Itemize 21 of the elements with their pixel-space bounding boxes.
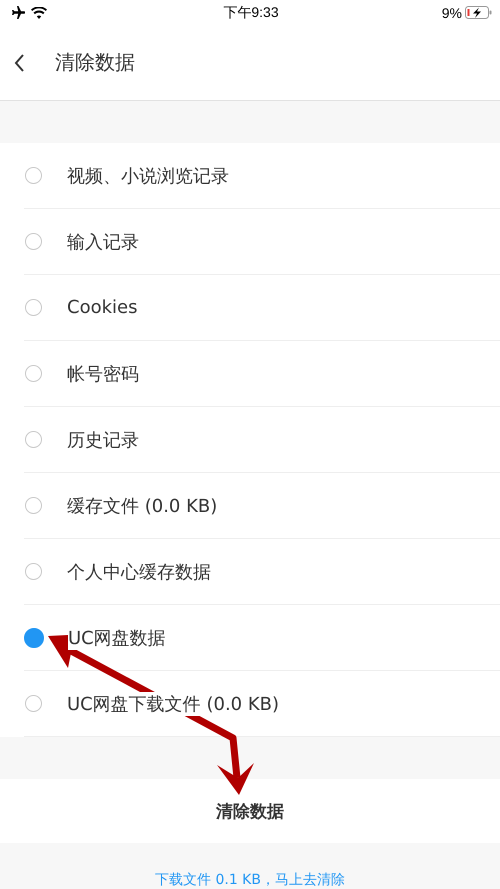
radio-button[interactable]	[25, 431, 42, 448]
option-label: 帐号密码	[67, 362, 139, 386]
radio-button[interactable]	[25, 563, 42, 580]
page-title: 清除数据	[55, 49, 135, 76]
option-label: 个人中心缓存数据	[67, 560, 211, 584]
radio-button[interactable]	[25, 299, 42, 316]
battery-percent: 9%	[442, 4, 462, 20]
clear-data-button[interactable]: 清除数据	[0, 779, 500, 843]
radio-button[interactable]	[25, 497, 42, 514]
status-time: 下午9:33	[223, 4, 279, 22]
battery-charging-icon	[465, 6, 492, 19]
airplane-icon	[10, 6, 25, 19]
chevron-left-icon	[14, 54, 25, 72]
radio-button[interactable]	[25, 233, 42, 250]
radio-button[interactable]	[25, 365, 42, 382]
radio-button[interactable]	[24, 628, 44, 648]
radio-button[interactable]	[25, 167, 42, 184]
option-label: 缓存文件 (0.0 KB)	[67, 494, 218, 518]
option-label: UC网盘下载文件 (0.0 KB)	[67, 692, 280, 716]
radio-button[interactable]	[25, 695, 42, 712]
wifi-icon	[31, 6, 47, 18]
